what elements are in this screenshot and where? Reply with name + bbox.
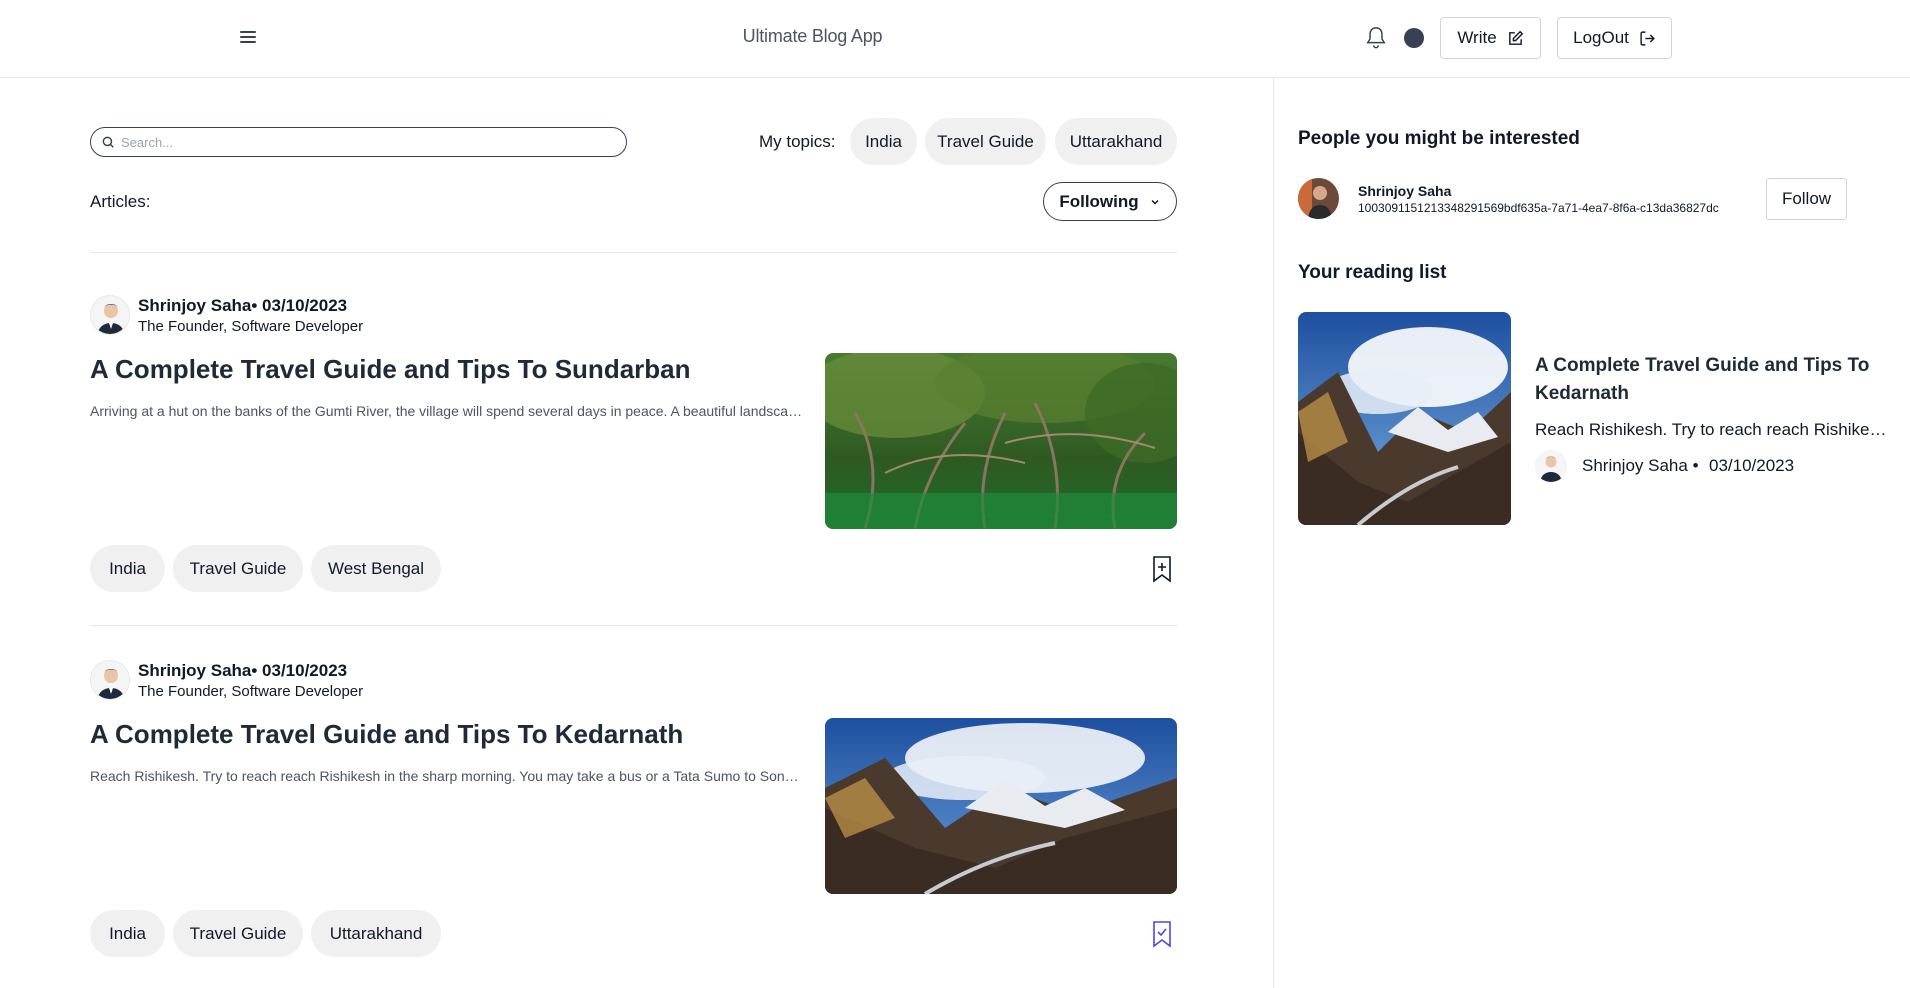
suggested-user-avatar[interactable] — [1298, 178, 1339, 219]
article-title[interactable]: A Complete Travel Guide and Tips To Keda… — [90, 719, 683, 750]
reading-item-date: 03/10/2023 — [1709, 456, 1795, 475]
chevron-down-icon — [1151, 199, 1159, 205]
article-image[interactable] — [825, 353, 1177, 529]
bookmark-check-icon[interactable] — [1150, 920, 1174, 948]
write-button[interactable]: Write — [1440, 17, 1541, 59]
article-excerpt: Reach Rishikesh. Try to reach reach Rish… — [90, 768, 804, 784]
reading-item-image[interactable] — [1298, 312, 1511, 525]
sidebar-divider — [1273, 78, 1274, 988]
search-input[interactable] — [121, 134, 601, 150]
logout-icon — [1640, 30, 1655, 46]
suggested-user-name[interactable]: Shrinjoy Saha — [1358, 183, 1451, 199]
author-name[interactable]: Shrinjoy Saha• 03/10/2023 — [138, 296, 347, 316]
reading-item-title[interactable]: A Complete Travel Guide and Tips To Keda… — [1535, 352, 1875, 408]
reading-item-author-avatar[interactable] — [1535, 450, 1567, 482]
topic-chip-india[interactable]: India — [850, 118, 917, 165]
follow-button[interactable]: Follow — [1766, 178, 1847, 220]
people-heading: People you might be interested — [1298, 128, 1580, 149]
divider — [90, 625, 1177, 626]
top-navbar: Ultimate Blog App Write LogOut — [0, 0, 1910, 78]
divider — [90, 252, 1177, 253]
topic-chip-uttarakhand[interactable]: Uttarakhand — [1055, 118, 1177, 165]
logout-button[interactable]: LogOut — [1557, 17, 1672, 59]
bell-icon[interactable] — [1365, 25, 1387, 51]
reading-list-heading: Your reading list — [1298, 262, 1447, 283]
edit-icon — [1508, 30, 1523, 45]
article-tag[interactable]: India — [90, 545, 165, 592]
reading-item-excerpt: Reach Rishikesh. Try to reach reach Rish… — [1535, 420, 1887, 439]
search-icon — [102, 136, 114, 148]
article-excerpt: Arriving at a hut on the banks of the Gu… — [90, 403, 804, 419]
feed-filter-dropdown[interactable]: Following — [1043, 182, 1177, 221]
bookmark-add-icon[interactable] — [1150, 555, 1174, 583]
article-title[interactable]: A Complete Travel Guide and Tips To Sund… — [90, 354, 691, 385]
topic-chip-travel-guide[interactable]: Travel Guide — [925, 118, 1046, 165]
articles-label: Articles: — [90, 192, 151, 211]
author-name[interactable]: Shrinjoy Saha• 03/10/2023 — [138, 661, 347, 681]
author-role: The Founder, Software Developer — [138, 683, 364, 700]
article-tag[interactable]: Travel Guide — [173, 545, 303, 592]
reading-item-author[interactable]: Shrinjoy Saha • — [1582, 456, 1699, 476]
article-tag[interactable]: India — [90, 910, 165, 957]
logout-button-label: LogOut — [1573, 28, 1629, 47]
article-tag[interactable]: Travel Guide — [173, 910, 303, 957]
my-topics-label: My topics: — [759, 132, 836, 151]
feed-filter-label: Following — [1059, 191, 1139, 211]
author-avatar[interactable] — [90, 295, 130, 335]
write-button-label: Write — [1457, 28, 1497, 47]
article-tag[interactable]: Uttarakhand — [311, 910, 441, 957]
search-bar[interactable] — [90, 127, 627, 157]
theme-toggle-icon[interactable] — [1404, 28, 1424, 48]
author-role: The Founder, Software Developer — [138, 318, 364, 335]
article-tag[interactable]: West Bengal — [311, 545, 441, 592]
suggested-user-id: 100309115121334829156​9bdf635a-7a71-4ea7… — [1358, 201, 1719, 215]
author-avatar[interactable] — [90, 660, 130, 700]
article-image[interactable] — [825, 718, 1177, 894]
